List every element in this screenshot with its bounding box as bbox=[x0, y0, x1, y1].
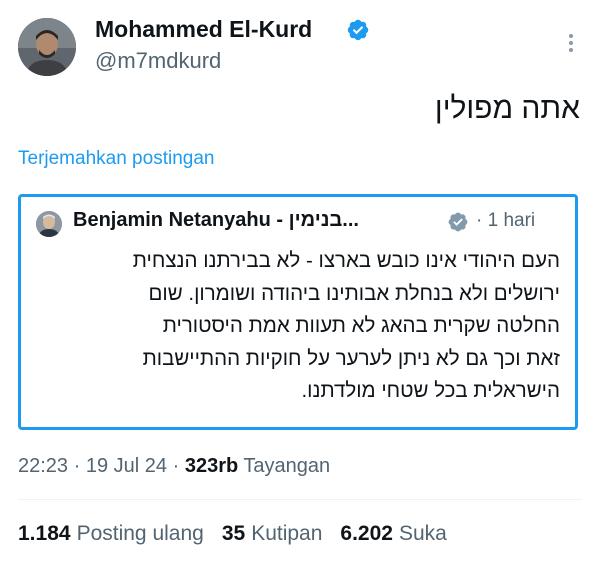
author-avatar[interactable] bbox=[18, 18, 76, 76]
quote-line: ירושלים ולא בנחלת אבותינו ביהודה ושומרון… bbox=[148, 281, 560, 305]
quoted-tweet-card[interactable]: Benjamin Netanyahu - בנימין... · 1 hari … bbox=[18, 194, 578, 430]
quotes-count: 35 bbox=[221, 522, 246, 545]
more-options-button[interactable] bbox=[561, 30, 581, 56]
quote-author-avatar bbox=[36, 211, 62, 237]
reposts-count: 1.184 bbox=[18, 522, 71, 545]
tweet-meta-row: 22:23 · 19 Jul 24 · 323rb Tayangan bbox=[18, 455, 330, 478]
quote-line: הישראלית בכל שטחי מולדתנו. bbox=[301, 379, 560, 402]
views-count: 323rb bbox=[184, 455, 239, 477]
quote-time-value: 1 hari bbox=[487, 210, 536, 231]
reposts-stat[interactable]: 1.184 Posting ulang bbox=[18, 522, 204, 546]
author-handle[interactable]: @m7mdkurd bbox=[95, 48, 221, 74]
quote-author-name: Benjamin Netanyahu - בנימין... bbox=[73, 209, 359, 231]
tweet-time[interactable]: 22:23 bbox=[18, 455, 68, 477]
tweet-text: אתה מפולין bbox=[434, 92, 580, 125]
quotes-label: Kutipan bbox=[251, 522, 323, 545]
more-dot-icon bbox=[569, 34, 573, 38]
meta-separator: · bbox=[172, 455, 180, 477]
quote-line: העם היהודי אינו כובש בארצו - לא בבירתנו … bbox=[132, 249, 560, 272]
translate-post-link[interactable]: Terjemahkan postingan bbox=[18, 148, 214, 170]
gray-verified-badge-icon bbox=[448, 212, 468, 232]
quote-line: זאת וכך גם לא ניתן לערער על חוקיות ההתיי… bbox=[142, 346, 560, 370]
more-dot-icon bbox=[569, 41, 573, 45]
likes-label: Suka bbox=[398, 522, 447, 545]
likes-count: 6.202 bbox=[340, 522, 393, 545]
reposts-label: Posting ulang bbox=[76, 522, 204, 545]
meta-separator: · bbox=[73, 455, 81, 477]
likes-stat[interactable]: 6.202 Suka bbox=[340, 522, 446, 546]
quote-timestamp: · 1 hari bbox=[476, 210, 535, 232]
tweet-date[interactable]: 19 Jul 24 bbox=[86, 455, 167, 477]
views-label: Tayangan bbox=[243, 455, 331, 477]
quote-body-text: העם היהודי אינו כובש בארצו - לא בבירתנו … bbox=[32, 245, 560, 408]
quotes-stat[interactable]: 35 Kutipan bbox=[222, 522, 323, 546]
more-dot-icon bbox=[569, 48, 573, 52]
tweet-container: Mohammed El-Kurd @m7mdkurd אתה מפולין Te… bbox=[0, 0, 600, 578]
quote-separator: · bbox=[476, 210, 483, 231]
quote-line: החלטה שקרית בהאג לא תעוות אמת היסטורית bbox=[162, 314, 560, 337]
tweet-stats-row: 1.184 Posting ulang 35 Kutipan 6.202 Suka bbox=[18, 522, 447, 546]
verified-badge-icon bbox=[347, 19, 369, 41]
author-name[interactable]: Mohammed El-Kurd bbox=[95, 16, 312, 43]
divider bbox=[18, 499, 582, 500]
